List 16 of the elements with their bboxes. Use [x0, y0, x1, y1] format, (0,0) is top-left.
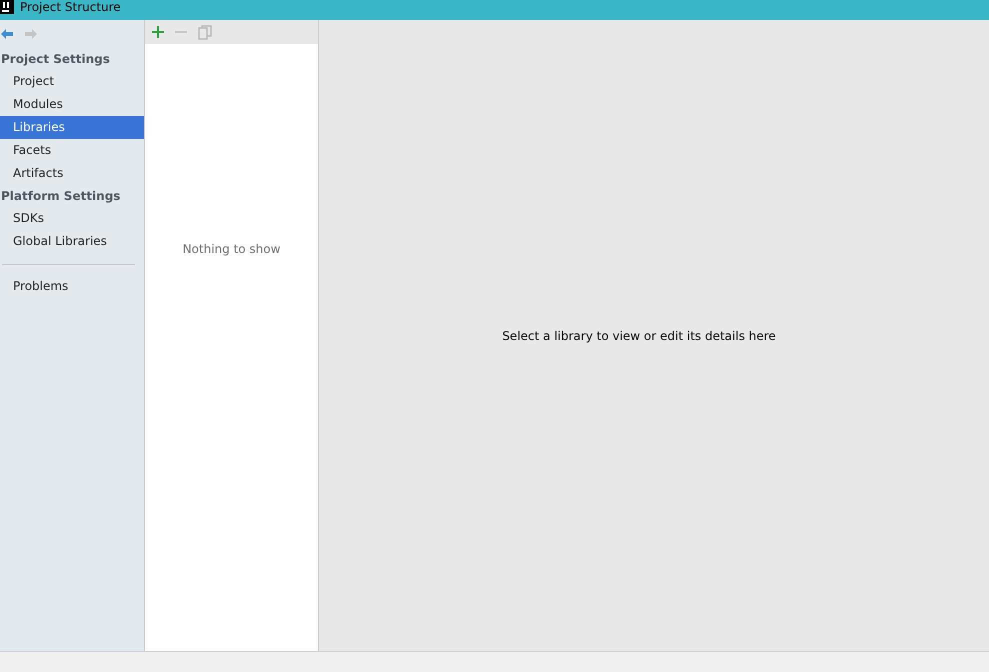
sidebar-item[interactable]: Project [0, 70, 144, 93]
section-header: Project Settings [0, 51, 111, 68]
details-message: Select a library to view or edit its details here [502, 328, 776, 342]
sidebar-item[interactable]: Facets [0, 139, 144, 162]
sidebar-item[interactable]: Libraries [0, 116, 144, 139]
back-arrow-icon[interactable] [0, 28, 14, 40]
window-title: Project Structure [20, 0, 121, 15]
add-icon[interactable] [152, 26, 164, 38]
sidebar-item[interactable]: Problems [0, 275, 144, 298]
app-logo-icon [0, 0, 14, 14]
section-header: Platform Settings [0, 188, 122, 205]
empty-message: Nothing to show [182, 242, 280, 258]
sidebar-item[interactable]: SDKs [0, 207, 144, 230]
sidebar-item[interactable]: Modules [0, 93, 144, 116]
sidebar-item[interactable]: Global Libraries [0, 230, 144, 253]
sidebar-item[interactable]: Artifacts [0, 162, 144, 185]
